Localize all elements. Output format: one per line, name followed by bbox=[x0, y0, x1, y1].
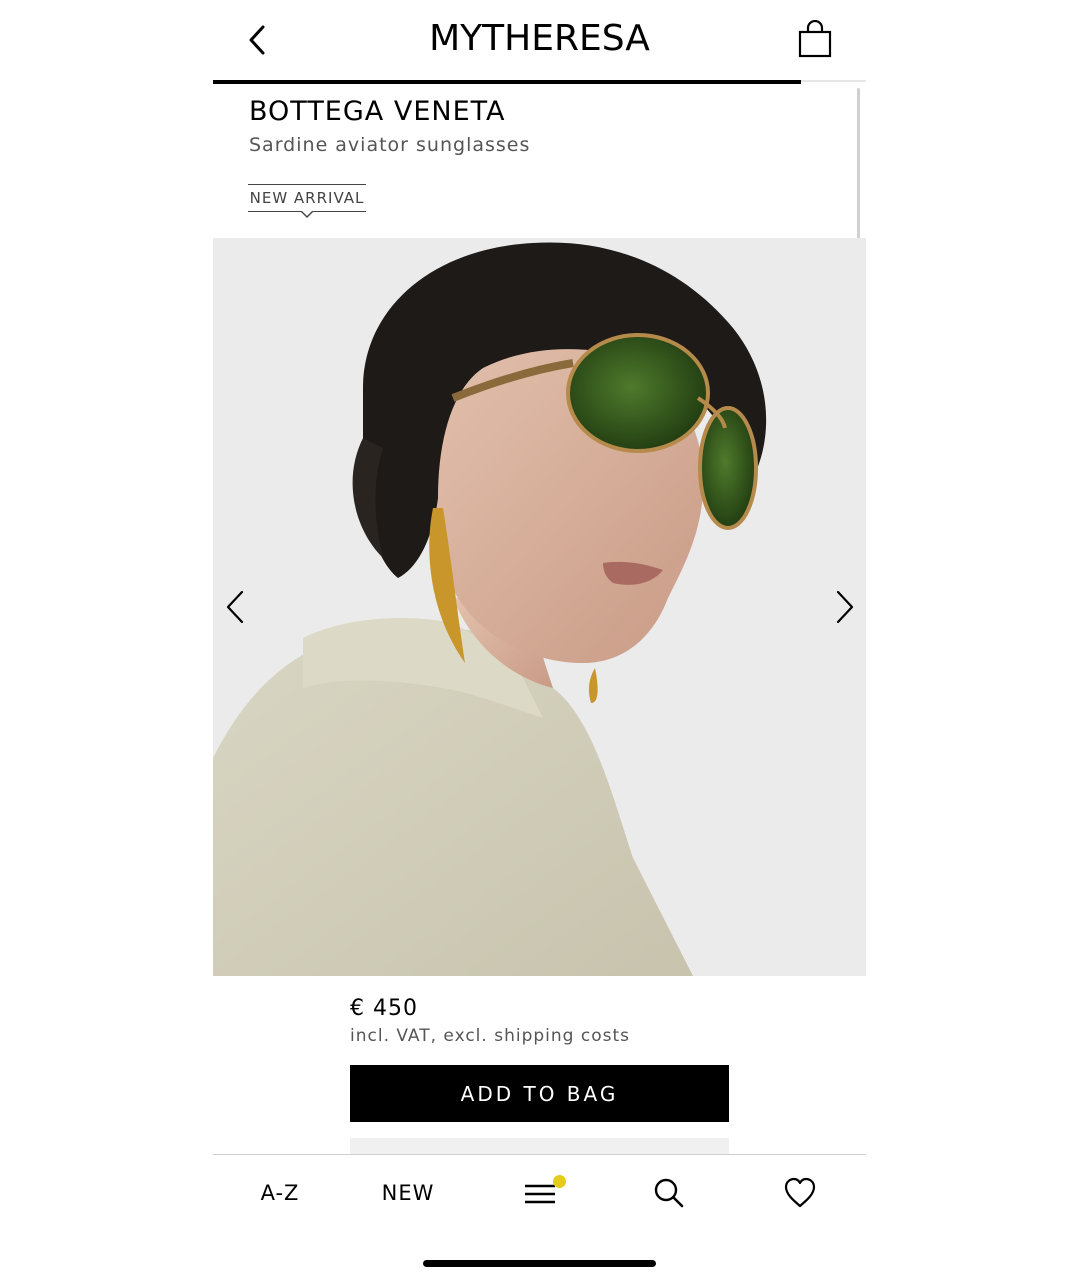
shopping-bag-icon bbox=[798, 19, 832, 58]
nav-menu[interactable] bbox=[523, 1175, 566, 1211]
brand-logo[interactable]: MYTHERESA bbox=[213, 18, 866, 59]
nav-az-label: A-Z bbox=[260, 1181, 300, 1205]
shopping-bag-button[interactable] bbox=[797, 19, 833, 60]
notification-dot bbox=[553, 1175, 566, 1188]
home-indicator bbox=[423, 1260, 656, 1267]
nav-new-label: NEW bbox=[381, 1181, 435, 1205]
product-name: Sardine aviator sunglasses bbox=[249, 134, 531, 156]
size-selector-preview[interactable] bbox=[350, 1138, 729, 1154]
bottom-navigation: A-Z NEW bbox=[213, 1155, 866, 1230]
previous-image-button[interactable] bbox=[224, 588, 248, 626]
nav-search[interactable] bbox=[653, 1175, 685, 1211]
nav-wishlist[interactable] bbox=[783, 1175, 817, 1211]
next-image-button[interactable] bbox=[832, 588, 856, 626]
nav-az[interactable]: A-Z bbox=[257, 1175, 303, 1211]
model-photo bbox=[213, 238, 866, 976]
gallery-progress-track bbox=[213, 80, 866, 84]
gallery-progress-fill bbox=[213, 80, 801, 84]
chevron-left-icon bbox=[226, 590, 244, 624]
search-icon bbox=[654, 1178, 684, 1208]
badge-pointer bbox=[300, 210, 314, 218]
product-price: € 450 bbox=[350, 996, 418, 1021]
nav-new[interactable]: NEW bbox=[379, 1175, 437, 1211]
new-arrival-badge: NEW ARRIVAL bbox=[248, 184, 366, 212]
add-to-bag-button[interactable]: ADD TO BAG bbox=[350, 1065, 729, 1122]
heart-icon bbox=[784, 1177, 816, 1208]
price-note: incl. VAT, excl. shipping costs bbox=[350, 1026, 630, 1046]
chevron-right-icon bbox=[836, 590, 854, 624]
top-header: MYTHERESA bbox=[213, 0, 866, 80]
product-image[interactable] bbox=[213, 238, 866, 976]
product-brand[interactable]: BOTTEGA VENETA bbox=[249, 96, 506, 127]
